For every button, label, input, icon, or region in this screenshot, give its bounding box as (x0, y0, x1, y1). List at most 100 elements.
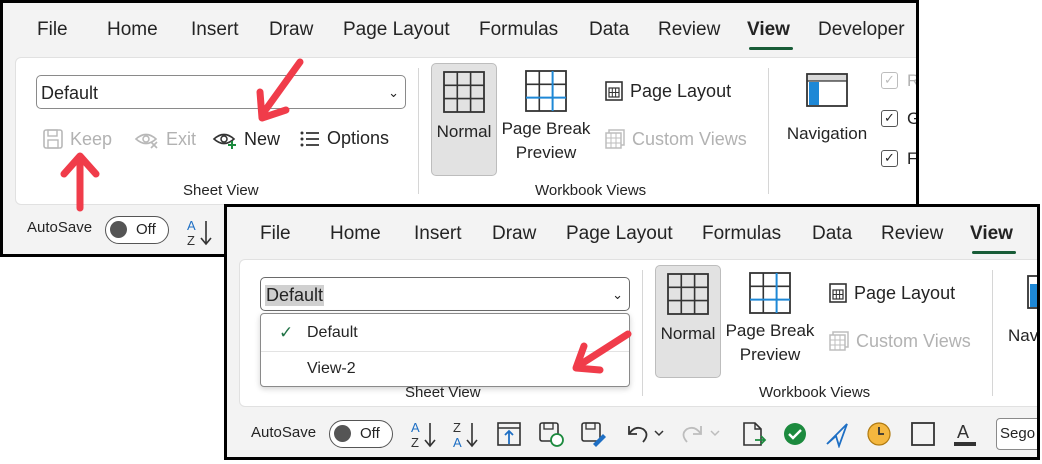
navigation-pane-icon (1027, 275, 1037, 309)
tab-page-layout[interactable]: Page Layout (566, 223, 673, 245)
ruler-checkbox[interactable]: ✓ (881, 72, 898, 89)
custom-views-button[interactable]: Custom Views (828, 330, 971, 352)
sheet-view-dropdown[interactable]: Default ⌄ (36, 75, 406, 109)
sort-az-icon[interactable]: AZ (409, 419, 439, 449)
formula-bar-checkbox[interactable]: ✓ (881, 150, 898, 167)
custom-views-button[interactable]: Custom Views (604, 128, 747, 150)
svg-text:Z: Z (411, 435, 419, 449)
page-layout-label: Page Layout (630, 80, 732, 101)
page-layout-view-button[interactable]: Page Layout (604, 80, 731, 102)
navigation-button[interactable]: Nav (1004, 272, 1039, 378)
annotation-arrow-view-2 (572, 330, 632, 374)
normal-label: Normal (660, 324, 716, 343)
tab-page-layout[interactable]: Page Layout (343, 19, 450, 41)
keep-label: Keep (70, 128, 113, 149)
tab-data[interactable]: Data (812, 223, 852, 245)
ribbon-tabs: File Home Insert Draw Page Layout Formul… (3, 3, 916, 57)
tab-home[interactable]: Home (330, 223, 381, 245)
workbook-views-group-label: Workbook Views (759, 384, 871, 401)
tab-draw[interactable]: Draw (269, 19, 313, 41)
eye-close-icon (134, 133, 158, 149)
autosave-state: Off (136, 221, 156, 238)
tab-file[interactable]: File (260, 223, 291, 245)
undo-icon[interactable] (623, 420, 667, 448)
ribbon-body: Default ⌄ Keep Exit New Options Sheet Vi… (15, 57, 919, 205)
exit-label: Exit (166, 128, 197, 149)
autosave-label: AutoSave (251, 424, 317, 441)
active-tab-indicator (749, 47, 793, 50)
sort-za-icon[interactable]: ZA (451, 419, 481, 449)
tab-data[interactable]: Data (589, 19, 629, 41)
tab-developer[interactable]: Developer (818, 19, 905, 41)
approve-check-icon[interactable] (781, 420, 809, 448)
new-sheet-view-button[interactable]: New (212, 128, 280, 150)
normal-view-button[interactable]: Normal (655, 265, 721, 378)
list-options-icon (300, 131, 319, 146)
font-name-box[interactable]: Sego (996, 418, 1037, 450)
svg-text:Z: Z (187, 233, 195, 247)
tab-file[interactable]: File (37, 19, 68, 41)
tab-review[interactable]: Review (881, 223, 943, 245)
options-button[interactable]: Options (299, 128, 389, 149)
ribbon-tabs: File Home Insert Draw Page Layout Formul… (227, 207, 1037, 261)
sheet-view-dropdown-value: Default (41, 83, 99, 103)
page-layout-label: Page Layout (854, 282, 956, 303)
tab-formulas[interactable]: Formulas (702, 223, 781, 245)
eye-add-icon (212, 133, 236, 149)
gridlines-label: G (907, 109, 919, 128)
tab-draw[interactable]: Draw (492, 223, 536, 245)
page-break-preview-button[interactable]: Page Break Preview (500, 63, 592, 176)
redo-icon[interactable] (679, 420, 723, 448)
menu-item-label: View-2 (307, 360, 356, 377)
menu-item-label: Default (307, 324, 358, 341)
tab-insert[interactable]: Insert (191, 19, 239, 41)
page-break-label-line2: Preview (515, 143, 577, 162)
annotation-arrow-keep (60, 152, 100, 212)
exit-button[interactable]: Exit (134, 128, 196, 150)
checkmark-icon: ✓ (279, 323, 294, 342)
autosave-toggle[interactable]: Off (105, 216, 169, 244)
save-as-icon[interactable] (579, 420, 607, 448)
page-layout-view-button[interactable]: Page Layout (828, 282, 955, 304)
sort-az-icon[interactable]: AZ (185, 217, 215, 247)
font-color-icon[interactable]: A (951, 419, 979, 449)
border-box-icon[interactable] (909, 420, 937, 448)
page-break-label-line1: Page Break (501, 119, 591, 138)
page-break-label-line2: Preview (739, 345, 801, 364)
tab-insert[interactable]: Insert (414, 223, 462, 245)
chevron-down-icon: ⌄ (612, 287, 623, 302)
page-layout-icon (605, 81, 623, 101)
keep-button[interactable]: Keep (42, 128, 112, 150)
page-layout-icon (829, 283, 847, 303)
tab-view[interactable]: View (970, 223, 1013, 245)
group-divider (418, 68, 419, 194)
tab-home[interactable]: Home (107, 19, 158, 41)
navigation-label: Nav (1008, 326, 1039, 345)
send-icon[interactable] (823, 420, 851, 448)
page-break-icon (525, 70, 567, 112)
page-break-preview-button[interactable]: Page Break Preview (724, 265, 816, 378)
navigation-pane-icon (806, 73, 848, 107)
sheet-view-group-label: Sheet View (183, 182, 259, 199)
sheet-view-dropdown[interactable]: Default ⌄ (260, 277, 630, 311)
gridlines-checkbox[interactable]: ✓ (881, 110, 898, 127)
svg-text:A: A (453, 435, 462, 449)
font-name-value: Sego (1000, 425, 1036, 442)
workbook-views-group-label: Workbook Views (535, 182, 647, 199)
tab-view[interactable]: View (747, 19, 790, 41)
export-document-icon[interactable] (739, 420, 767, 448)
timer-icon[interactable] (865, 420, 893, 448)
autosave-state: Off (360, 425, 380, 442)
svg-text:A: A (411, 420, 420, 435)
freeze-panes-icon[interactable] (495, 420, 523, 448)
normal-view-button[interactable]: Normal (431, 63, 497, 176)
tab-review[interactable]: Review (658, 19, 720, 41)
options-label: Options (327, 128, 390, 148)
navigation-button[interactable]: Navigation (780, 70, 874, 176)
save-refresh-icon[interactable] (537, 420, 565, 448)
autosave-toggle[interactable]: Off (329, 420, 393, 448)
custom-views-icon (829, 331, 849, 351)
sheet-view-dropdown-value: Default (265, 285, 325, 306)
tab-formulas[interactable]: Formulas (479, 19, 558, 41)
group-divider (768, 68, 769, 194)
